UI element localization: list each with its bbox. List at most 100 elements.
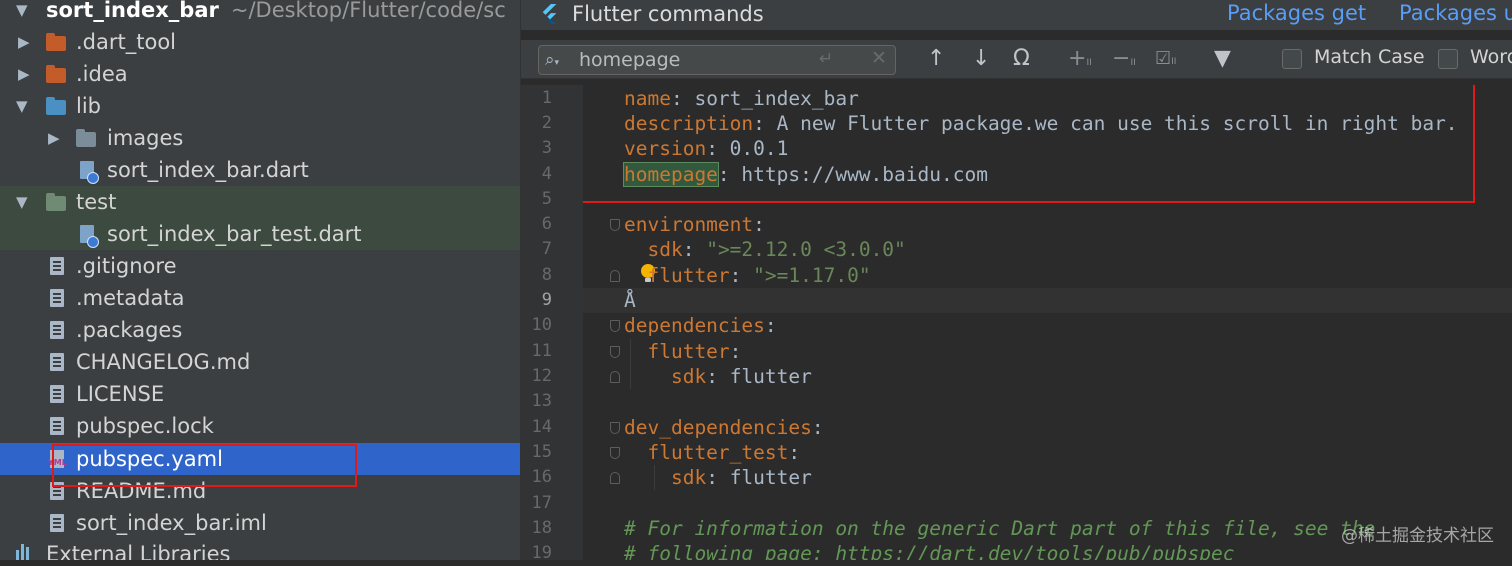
packages-upgrade-link[interactable]: Packages u: [1399, 0, 1512, 26]
remove-occurrence-icon[interactable]: −II: [1112, 47, 1136, 75]
code-line: sdk: ">=2.12.0 <3.0.0": [647, 238, 906, 261]
tree-item-label: sort_index_bar_test.dart: [107, 222, 362, 246]
packages-get-link[interactable]: Packages get: [1227, 0, 1366, 26]
tree-item-label: CHANGELOG.md: [76, 350, 251, 374]
tree-item-idea[interactable]: ▶ .idea: [0, 58, 520, 90]
next-occurrence-icon[interactable]: ↓: [972, 47, 990, 71]
chevron-right-icon[interactable]: ▶: [48, 122, 62, 154]
search-field[interactable]: ⌕▾ ↵ ✕: [538, 45, 896, 75]
line-number: 13: [531, 391, 552, 411]
tree-item-test-dart[interactable]: sort_index_bar_test.dart: [0, 218, 520, 250]
code-line: dev_dependencies:: [624, 416, 824, 439]
search-input[interactable]: [579, 48, 809, 72]
yaml-string: ">=2.12.0 <3.0.0": [706, 238, 906, 261]
yaml-key: flutter: [647, 340, 730, 363]
code-comment: # following page: https://dart.dev/tools…: [624, 542, 1235, 560]
yaml-key: dev_dependencies: [624, 416, 812, 439]
chevron-right-icon[interactable]: ▶: [18, 58, 32, 90]
line-number: 16: [531, 467, 552, 487]
line-number: 11: [531, 341, 552, 361]
line-number: 4: [541, 164, 552, 184]
tree-item-external-libraries[interactable]: External Libraries: [0, 538, 520, 560]
words-label: Word: [1470, 46, 1512, 68]
tree-item-test[interactable]: ▼ test: [0, 186, 520, 218]
search-icon[interactable]: ⌕▾: [545, 50, 565, 70]
previous-occurrence-icon[interactable]: ↑: [927, 47, 945, 71]
clear-icon[interactable]: ✕: [871, 47, 887, 69]
tree-item-label: test: [76, 190, 117, 214]
tree-item-label: .dart_tool: [76, 30, 177, 54]
folder-icon: [46, 33, 66, 51]
tree-item-images[interactable]: ▶ images: [0, 122, 520, 154]
toggle-selection-icon[interactable]: ☑II: [1155, 47, 1176, 74]
yaml-value: flutter: [729, 466, 812, 489]
tree-item-label: .metadata: [76, 286, 185, 310]
tree-item-dart-tool[interactable]: ▶ .dart_tool: [0, 26, 520, 58]
select-all-occurrences-icon[interactable]: Ω: [1013, 47, 1030, 71]
project-tree: ▼ sort_index_bar ~/Desktop/Flutter/code/s…: [0, 0, 521, 560]
yaml-value: flutter: [729, 365, 812, 388]
fold-start-icon[interactable]: [610, 219, 620, 231]
file-icon: [50, 353, 64, 371]
fold-start-icon[interactable]: [610, 346, 620, 358]
fold-start-icon[interactable]: [610, 447, 620, 459]
tree-item-label: sort_index_bar.iml: [76, 511, 267, 535]
tree-item-license[interactable]: LICENSE: [0, 378, 520, 410]
tree-item-pubspec-lock[interactable]: pubspec.lock: [0, 410, 520, 442]
test-folder-icon: [46, 193, 66, 211]
tree-item-label: LICENSE: [76, 382, 165, 406]
tree-item-iml[interactable]: sort_index_bar.iml: [0, 507, 520, 539]
line-number: 8: [541, 265, 552, 285]
folder-icon: [46, 65, 66, 83]
dart-file-icon: [80, 225, 99, 248]
tree-item-label: sort_index_bar.dart: [107, 158, 309, 182]
root-path: ~/Desktop/Flutter/code/sc: [230, 0, 506, 22]
tree-item-gitignore[interactable]: .gitignore: [0, 250, 520, 282]
chevron-down-icon[interactable]: ▼: [16, 186, 30, 218]
code-line-current: Å: [624, 288, 636, 313]
source-folder-icon: [46, 97, 66, 115]
fold-end-icon[interactable]: [610, 270, 620, 282]
fold-start-icon[interactable]: [610, 320, 620, 332]
fold-start-icon[interactable]: [610, 422, 620, 434]
tree-item-label: .packages: [76, 318, 183, 342]
words-checkbox[interactable]: [1438, 49, 1458, 69]
find-bar: ⌕▾ ↵ ✕ ↑ ↓ Ω +II −II ☑II ▼ Match Case Wo…: [521, 40, 1512, 79]
yaml-key: environment: [624, 213, 754, 236]
code-line: flutter: ">=1.17.0": [647, 264, 871, 287]
file-icon: [50, 417, 64, 435]
fold-end-icon[interactable]: [610, 371, 620, 383]
tree-root[interactable]: ▼ sort_index_bar ~/Desktop/Flutter/code/s…: [0, 0, 520, 26]
file-icon: [50, 289, 64, 307]
tree-item-metadata[interactable]: .metadata: [0, 282, 520, 314]
code-editor[interactable]: name: sort_index_bar description: A new …: [583, 85, 1512, 560]
line-number: 17: [531, 493, 552, 513]
code-line: sdk: flutter: [670, 466, 812, 489]
root-name: sort_index_bar: [46, 0, 219, 22]
newline-icon[interactable]: ↵: [819, 49, 833, 69]
tree-item-changelog[interactable]: CHANGELOG.md: [0, 346, 520, 378]
code-line: dependencies:: [624, 314, 777, 337]
line-number: 7: [541, 239, 552, 259]
filter-icon[interactable]: ▼: [1214, 47, 1231, 71]
chevron-down-icon[interactable]: ▼: [16, 90, 30, 122]
code-line: flutter_test:: [647, 441, 801, 464]
yaml-key: dependencies: [624, 314, 765, 337]
chevron-down-icon[interactable]: ▼: [16, 0, 30, 26]
match-case-checkbox[interactable]: [1282, 49, 1302, 69]
yaml-key: flutter: [647, 264, 730, 287]
chevron-right-icon[interactable]: ▶: [18, 26, 32, 58]
add-occurrence-icon[interactable]: +II: [1068, 47, 1092, 75]
dart-file-icon: [80, 161, 99, 184]
annotation-box-pubspec: [52, 444, 357, 487]
yaml-key: sdk: [670, 365, 707, 388]
tree-item-sort-index-bar-dart[interactable]: sort_index_bar.dart: [0, 154, 520, 186]
line-number: 6: [541, 214, 552, 234]
fold-end-icon[interactable]: [610, 472, 620, 484]
yaml-key: flutter_test: [647, 441, 789, 464]
tree-item-lib[interactable]: ▼ lib: [0, 90, 520, 122]
tree-item-label: External Libraries: [46, 542, 231, 560]
match-case-label: Match Case: [1314, 46, 1425, 68]
cursor-text: Å: [624, 289, 636, 312]
tree-item-packages[interactable]: .packages: [0, 314, 520, 346]
